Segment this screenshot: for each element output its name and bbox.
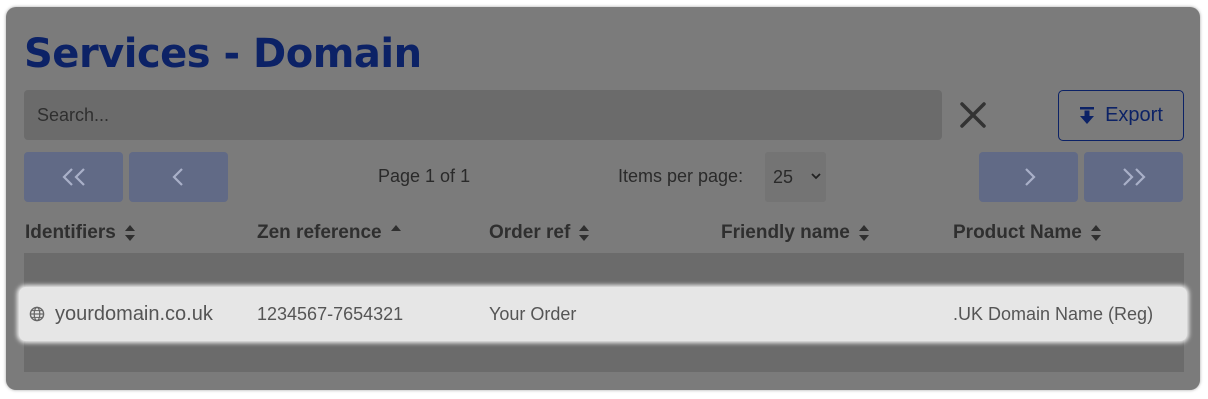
order-ref-cell: Your Order — [489, 303, 577, 324]
sort-icon — [1090, 225, 1101, 241]
column-header-label: Order ref — [489, 222, 571, 243]
zen-reference-cell: 1234567-7654321 — [257, 303, 404, 324]
chevron-down-icon — [811, 173, 821, 180]
globe-icon — [29, 306, 45, 322]
sort-icon — [858, 225, 869, 241]
sort-ascending-icon — [390, 225, 401, 231]
items-per-page-label: Items per page: — [618, 166, 744, 186]
last-page-button[interactable] — [1084, 152, 1183, 202]
export-label: Export — [1105, 104, 1163, 126]
items-per-page-select[interactable]: 25 — [765, 152, 826, 202]
column-header-label: Identifiers — [25, 222, 116, 243]
column-header-zen-reference[interactable]: Zen reference — [257, 222, 402, 244]
column-header-label: Product Name — [953, 222, 1082, 243]
chevron-right-icon — [1024, 168, 1036, 186]
column-header-identifiers[interactable]: Identifiers — [25, 222, 136, 244]
page-title: Services - Domain — [24, 31, 422, 77]
column-header-order-ref[interactable]: Order ref — [489, 222, 590, 244]
column-header-friendly-name[interactable]: Friendly name — [721, 222, 870, 244]
product-name-cell: .UK Domain Name (Reg) — [953, 303, 1154, 324]
page-indicator: Page 1 of 1 — [378, 166, 471, 186]
download-icon — [1080, 106, 1095, 124]
items-per-page-value: 25 — [773, 166, 794, 187]
column-header-label: Zen reference — [257, 222, 382, 243]
prev-page-button[interactable] — [129, 152, 228, 202]
double-chevron-right-icon — [1122, 168, 1146, 186]
identifier-cell: yourdomain.co.uk — [29, 287, 213, 341]
sort-icon — [124, 225, 135, 241]
close-icon — [960, 102, 986, 128]
column-header-product-name[interactable]: Product Name — [953, 222, 1102, 244]
double-chevron-left-icon — [61, 168, 85, 186]
table-row[interactable]: yourdomain.co.uk 1234567-7654321 Your Or… — [19, 287, 1187, 341]
export-button[interactable]: Export — [1058, 90, 1184, 141]
clear-search-button[interactable] — [956, 98, 990, 132]
identifier-value: yourdomain.co.uk — [55, 302, 213, 325]
first-page-button[interactable] — [24, 152, 123, 202]
search-input[interactable] — [24, 90, 942, 140]
next-page-button[interactable] — [979, 152, 1078, 202]
column-header-label: Friendly name — [721, 222, 850, 243]
chevron-left-icon — [171, 168, 183, 186]
sort-icon — [579, 225, 590, 241]
